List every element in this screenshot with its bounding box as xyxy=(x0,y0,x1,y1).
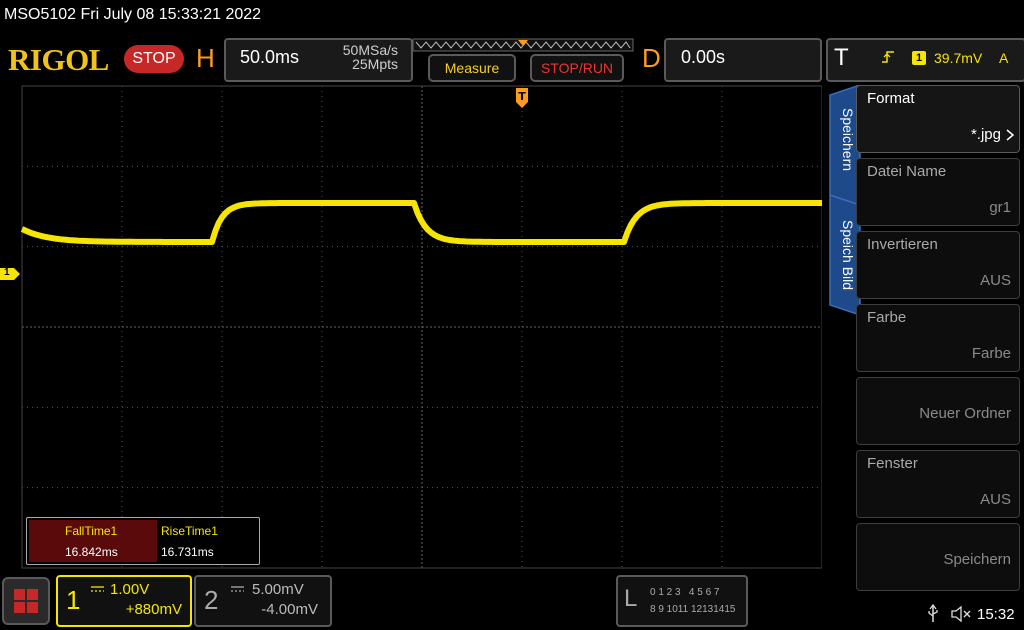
menu-invertieren-value: AUS xyxy=(980,272,1011,289)
delay-value: 0.00s xyxy=(681,47,726,67)
menu-neuer-ordner-value: Neuer Ordner xyxy=(919,405,1011,422)
menu-datei-name-label: Datei Name xyxy=(867,163,947,180)
trigger-level: 39.7mV xyxy=(934,50,983,66)
measure-button[interactable]: Measure xyxy=(428,54,516,82)
memory-depth: 25Mpts xyxy=(352,56,398,72)
sample-rate-info: 50MSa/s 25Mpts xyxy=(330,43,398,71)
run-state-badge[interactable]: STOP xyxy=(124,45,184,73)
horizontal-letter[interactable]: H xyxy=(196,38,215,78)
menu-speichern-value: Speichern xyxy=(943,551,1011,568)
menu-format-value: *.jpg xyxy=(970,126,1001,143)
waveform-position-strip xyxy=(412,38,634,52)
measurement-name: FallTime1 xyxy=(65,524,118,538)
logic-panel[interactable]: L 0 1 2 3 4 5 6 7 8 9 1011 12131415 xyxy=(616,575,748,627)
menu-farbe[interactable]: Farbe Farbe xyxy=(856,304,1020,372)
channel2-panel[interactable]: 2 5.00mV -4.00mV xyxy=(194,575,332,627)
trigger-letter: T xyxy=(834,44,849,71)
trigger-mode: A xyxy=(999,50,1009,66)
tab-speichern[interactable]: Speichern xyxy=(836,108,856,188)
menu-format[interactable]: Format *.jpg xyxy=(856,85,1020,153)
sample-rate: 50MSa/s xyxy=(342,42,398,58)
menu-fenster[interactable]: Fenster AUS xyxy=(856,450,1020,518)
dc-coupling-icon xyxy=(231,586,244,592)
channel1-marker-label: 1 xyxy=(4,267,10,278)
channel2-scale: 5.00mV xyxy=(252,581,304,598)
graticule-center xyxy=(22,86,822,568)
channel1-offset: +880mV xyxy=(125,601,182,618)
channel1-panel[interactable]: 1 1.00V +880mV xyxy=(56,575,192,627)
menu-speichern[interactable]: Speichern xyxy=(856,523,1020,591)
dc-coupling-icon xyxy=(91,586,104,592)
grid-menu-icon xyxy=(14,589,38,613)
channel1-trace xyxy=(20,200,822,245)
delay-letter[interactable]: D xyxy=(642,38,661,78)
menu-datei-name[interactable]: Datei Name gr1 xyxy=(856,158,1020,226)
clock: 15:32 xyxy=(977,606,1015,623)
menu-farbe-label: Farbe xyxy=(867,309,907,326)
tab-speich-bild[interactable]: Speich Bild xyxy=(836,220,856,310)
waveform-display[interactable]: T xyxy=(0,84,822,570)
channel1-scale: 1.00V xyxy=(110,581,150,598)
menu-format-label: Format xyxy=(867,90,915,107)
trigger-channel-badge: 1 xyxy=(912,51,926,65)
rising-edge-icon xyxy=(880,49,896,68)
svg-text:T: T xyxy=(518,90,526,103)
menu-fenster-value: AUS xyxy=(980,491,1011,508)
menu-invertieren[interactable]: Invertieren AUS xyxy=(856,231,1020,299)
channel2-offset: -4.00mV xyxy=(261,601,318,618)
stop-run-button[interactable]: STOP/RUN xyxy=(530,54,624,82)
measurement-name: RiseTime1 xyxy=(161,524,218,538)
home-button[interactable] xyxy=(2,577,50,625)
usb-icon xyxy=(928,604,938,622)
trigger-marker-icon: T xyxy=(516,88,528,108)
channel1-number: 1 xyxy=(66,585,81,615)
menu-datei-name-value: gr1 xyxy=(989,199,1011,216)
measurement-panel: FallTime1 16.842ms RiseTime1 16.731ms xyxy=(26,517,260,565)
measurement-value: 16.842ms xyxy=(65,545,118,559)
chevron-right-icon xyxy=(1006,129,1015,141)
channel2-number: 2 xyxy=(204,585,219,615)
measurement-value: 16.731ms xyxy=(161,545,214,559)
menu-fenster-label: Fenster xyxy=(867,455,918,472)
menu-neuer-ordner[interactable]: Neuer Ordner xyxy=(856,377,1020,445)
channel1-offset-marker[interactable]: 1 xyxy=(0,267,22,280)
horizontal-timebase: 50.0ms xyxy=(240,47,300,67)
speaker-muted-icon xyxy=(951,605,971,623)
logic-row2: 8 9 1011 12131415 xyxy=(650,604,736,615)
logic-letter: L xyxy=(624,585,638,612)
menu-farbe-value: Farbe xyxy=(971,345,1011,362)
rigol-logo: RIGOL xyxy=(8,42,109,77)
logic-row1: 0 1 2 3 4 5 6 7 xyxy=(650,587,720,598)
menu-invertieren-label: Invertieren xyxy=(867,236,938,253)
window-title: MSO5102 Fri July 08 15:33:21 2022 xyxy=(4,6,262,23)
